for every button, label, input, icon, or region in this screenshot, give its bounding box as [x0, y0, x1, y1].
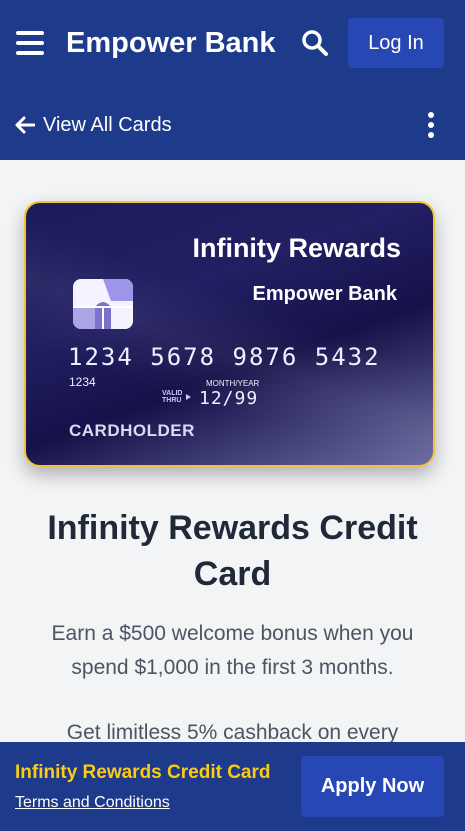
bottom-card-title: Infinity Rewards Credit Card — [15, 762, 271, 783]
card-expiry: 12/99 — [199, 388, 259, 409]
arrow-left-icon — [15, 116, 35, 134]
view-all-cards-label: View All Cards — [43, 113, 172, 136]
card-description: Earn a $500 welcome bonus when you spend… — [51, 622, 414, 679]
card-product-name: Infinity Rewards — [192, 233, 401, 263]
page-title: Infinity Rewards Credit Card — [47, 509, 418, 593]
thru-label: THRU — [162, 397, 182, 404]
apply-now-button[interactable]: Apply Now — [301, 756, 444, 817]
month-year-label: MONTH/YEAR — [206, 379, 260, 388]
view-all-cards-link[interactable]: View All Cards — [15, 110, 172, 140]
card-number: 1234 5678 9876 5432 — [68, 343, 381, 371]
brand-name: Empower Bank — [66, 27, 276, 59]
sticky-apply-bar: Infinity Rewards Credit Card Terms and C… — [0, 742, 465, 831]
credit-card-image: Infinity Rewards Empower Bank 1234 5678 … — [24, 201, 435, 467]
vertical-ellipsis-icon[interactable] — [420, 110, 442, 140]
card-chip-icon — [73, 279, 133, 329]
search-icon[interactable] — [301, 29, 329, 57]
card-bank-name: Empower Bank — [252, 283, 397, 305]
hamburger-menu-icon[interactable] — [16, 31, 44, 55]
login-button[interactable]: Log In — [348, 18, 444, 68]
valid-thru-label: VALID THRU — [162, 390, 182, 404]
terms-link[interactable]: Terms and Conditions — [15, 794, 170, 812]
card-number-small: 1234 — [69, 375, 96, 389]
valid-thru-arrow-icon — [186, 394, 191, 400]
cardholder-name: CARDHOLDER — [69, 421, 195, 440]
valid-label: VALID — [162, 390, 183, 397]
top-app-bar: Empower Bank Log In View All Cards — [0, 0, 465, 160]
